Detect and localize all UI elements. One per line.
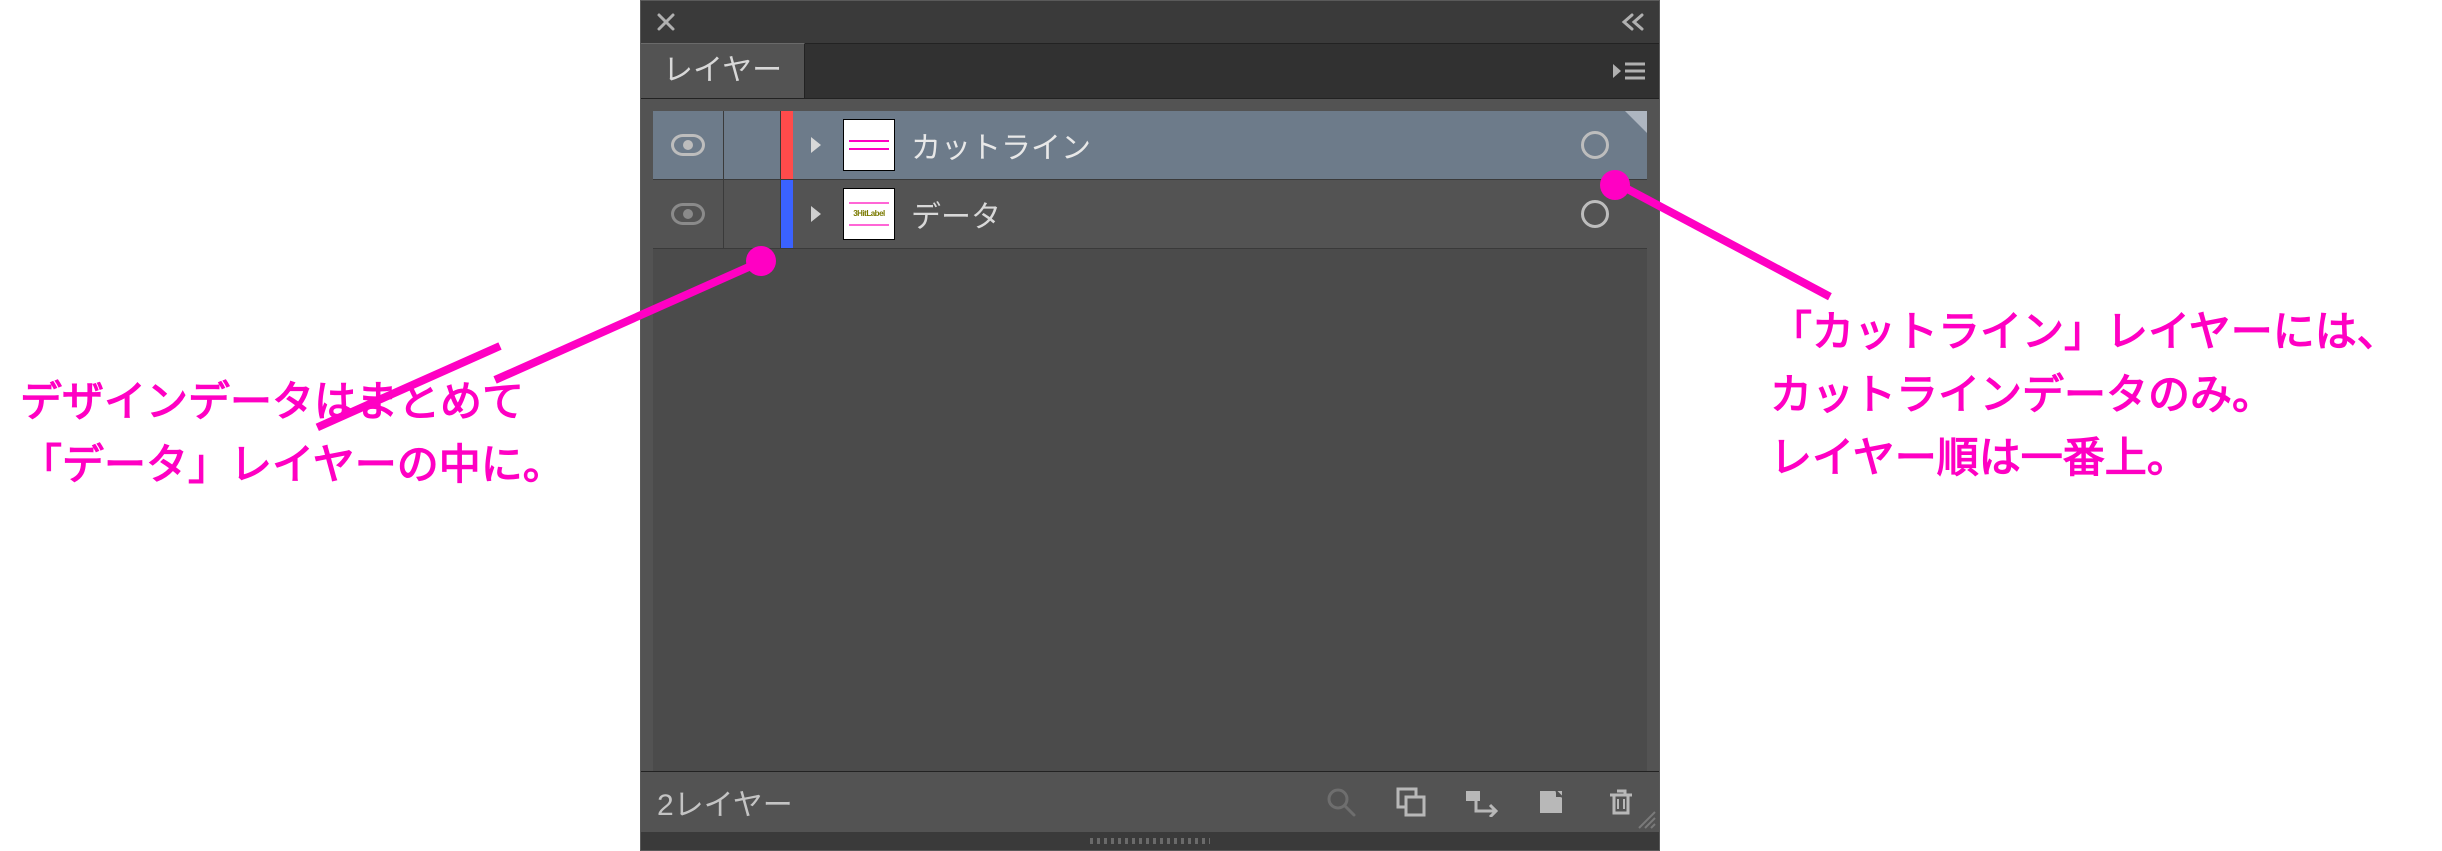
- annotation-right: 「カットライン」レイヤーには、 カットラインデータのみ。 レイヤー順は一番上。: [1770, 300, 2399, 489]
- locate-object-icon: [1319, 780, 1363, 824]
- circle-icon: [1581, 200, 1609, 228]
- selection-indicator: [1625, 111, 1647, 179]
- layer-count-label: 2レイヤー: [657, 780, 1293, 824]
- panel-topbar: [641, 1, 1659, 44]
- layer-color-bar: [781, 180, 793, 248]
- lock-toggle[interactable]: [724, 180, 781, 248]
- layers-list: カットライン 3HitLabel データ: [641, 99, 1659, 771]
- tab-empty-area: [805, 43, 1659, 98]
- eye-icon: [671, 203, 705, 225]
- resize-grip-icon[interactable]: [1633, 806, 1657, 830]
- make-clipping-mask-icon[interactable]: [1459, 780, 1503, 824]
- chevron-right-icon: [808, 135, 824, 155]
- circle-icon: [1581, 131, 1609, 159]
- visibility-toggle[interactable]: [653, 180, 724, 248]
- layer-row[interactable]: 3HitLabel データ: [653, 180, 1647, 249]
- panel-menu-icon[interactable]: [1609, 56, 1649, 86]
- target-button[interactable]: [1565, 111, 1625, 179]
- collapse-icon[interactable]: [1619, 7, 1649, 37]
- panel-tabbar: レイヤー: [641, 44, 1659, 99]
- panel-footer: 2レイヤー: [641, 771, 1659, 832]
- layer-name-label: データ: [907, 192, 1565, 236]
- expand-toggle[interactable]: [793, 180, 839, 248]
- grip-dots-icon: [1090, 838, 1210, 844]
- create-new-layer-icon[interactable]: [1529, 780, 1573, 824]
- eye-icon: [671, 134, 705, 156]
- new-sublayer-icon[interactable]: [1389, 780, 1433, 824]
- layer-thumbnail: 3HitLabel: [843, 188, 895, 240]
- layers-empty-area: [653, 249, 1647, 771]
- panel-drag-handle[interactable]: [641, 832, 1659, 850]
- layer-row[interactable]: カットライン: [653, 111, 1647, 180]
- tab-layers[interactable]: レイヤー: [641, 43, 805, 98]
- layer-thumbnail: [843, 119, 895, 171]
- layers-panel: レイヤー カットライン: [640, 0, 1660, 851]
- close-icon[interactable]: [651, 7, 681, 37]
- layer-color-bar: [781, 111, 793, 179]
- layer-name-label: カットライン: [907, 123, 1565, 167]
- visibility-toggle[interactable]: [653, 111, 724, 179]
- expand-toggle[interactable]: [793, 111, 839, 179]
- chevron-right-icon: [808, 204, 824, 224]
- annotation-left: デザインデータはまとめて 「データ」レイヤーの中に。: [20, 370, 565, 496]
- tab-label: レイヤー: [663, 54, 782, 87]
- lock-toggle[interactable]: [724, 111, 781, 179]
